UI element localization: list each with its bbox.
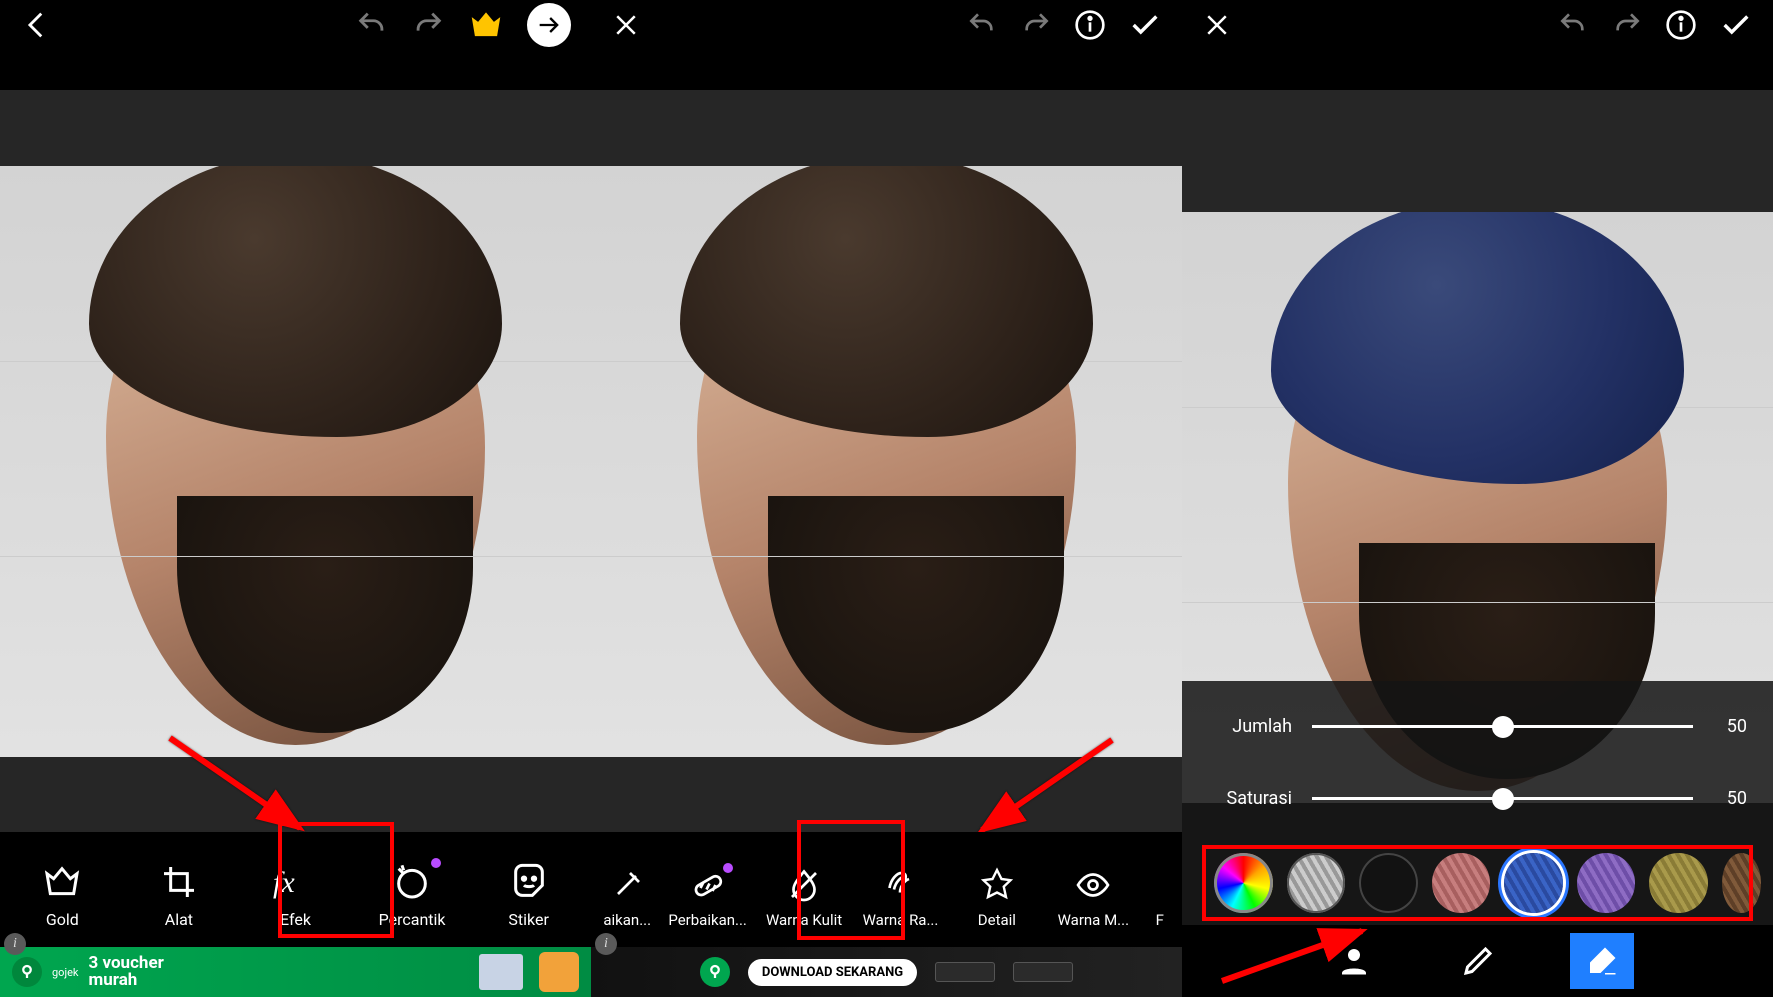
ad-text-line2: murah	[89, 972, 164, 989]
mode-eraser[interactable]	[1570, 933, 1634, 989]
gojek-logo-icon	[700, 957, 730, 987]
svg-text:fx: fx	[273, 866, 295, 899]
tool-fix-auto[interactable]: aikan...	[600, 861, 654, 935]
image-canvas[interactable]: Jumlah 50 Saturasi 50	[1182, 90, 1773, 925]
tool-sticker[interactable]: Stiker	[482, 856, 576, 935]
topbar	[0, 0, 591, 50]
ad-phone-icon	[539, 952, 579, 992]
mode-bar	[1182, 925, 1773, 997]
saturation-slider[interactable]	[1312, 797, 1693, 800]
photo	[591, 166, 1182, 757]
info-icon[interactable]	[1665, 9, 1697, 41]
close-icon[interactable]	[1202, 10, 1232, 40]
tool-eye-color[interactable]: Warna M...	[1050, 861, 1136, 935]
redo-icon[interactable]	[411, 8, 445, 42]
tool-label: Warna Kulit	[766, 911, 842, 929]
main-toolbar: Gold Alat fx Efek Percantik Stiker	[0, 832, 591, 947]
undo-icon[interactable]	[355, 8, 389, 42]
gold-crown-icon[interactable]	[467, 6, 505, 44]
topbar	[1182, 0, 1773, 50]
slider-label: Jumlah	[1208, 716, 1292, 737]
info-icon[interactable]	[1074, 9, 1106, 41]
new-badge-icon	[723, 863, 733, 873]
amount-slider[interactable]	[1312, 725, 1693, 728]
tool-label: Detail	[978, 911, 1016, 929]
slider-label: Saturasi	[1208, 788, 1292, 809]
adjustment-panel: Jumlah 50 Saturasi 50	[1182, 681, 1773, 925]
tool-detail[interactable]: Detail	[954, 861, 1040, 935]
beautify-toolbar: aikan... Perbaikan... Warna Kulit Warna …	[591, 832, 1182, 947]
slider-row-saturation: Saturasi 50	[1208, 773, 1747, 823]
tool-label: Alat	[165, 910, 193, 929]
slider-row-amount: Jumlah 50	[1208, 701, 1747, 751]
tool-hair-color[interactable]: Warna Ra...	[857, 861, 943, 935]
playstore-badge-icon[interactable]	[1013, 962, 1073, 982]
ad-brand-label: gojek	[52, 966, 79, 979]
ad-info-icon[interactable]: i	[4, 933, 26, 955]
apply-icon[interactable]	[1719, 8, 1753, 42]
screen-main-editor: Gold Alat fx Efek Percantik Stiker i goj…	[0, 0, 591, 997]
color-swatch-blue[interactable]	[1504, 853, 1563, 913]
tool-fix[interactable]: Perbaikan...	[665, 861, 751, 935]
slider-value: 50	[1713, 716, 1747, 737]
image-canvas[interactable]	[0, 90, 591, 832]
color-swatch-brown[interactable]	[1722, 853, 1761, 913]
tool-skin-color[interactable]: Warna Kulit	[761, 861, 847, 935]
color-swatch-black[interactable]	[1359, 853, 1418, 913]
photo	[0, 166, 591, 757]
new-badge-icon	[431, 858, 441, 868]
next-button[interactable]	[527, 3, 571, 47]
screen-beautify-tools: aikan... Perbaikan... Warna Kulit Warna …	[591, 0, 1182, 997]
apply-icon[interactable]	[1128, 8, 1162, 42]
redo-icon[interactable]	[1020, 9, 1052, 41]
redo-icon[interactable]	[1611, 9, 1643, 41]
tool-beautify[interactable]: Percantik	[365, 856, 459, 935]
tool-label: Warna Ra...	[863, 911, 939, 929]
close-icon[interactable]	[611, 10, 641, 40]
tool-label: Stiker	[508, 910, 548, 929]
tool-gold[interactable]: Gold	[15, 856, 109, 935]
tool-label: Warna M...	[1058, 911, 1129, 929]
screen-hair-color: Jumlah 50 Saturasi 50	[1182, 0, 1773, 997]
tool-more[interactable]: F	[1147, 905, 1173, 935]
back-icon[interactable]	[20, 8, 54, 42]
tool-label: aikan...	[603, 911, 651, 929]
tool-label: Percantik	[379, 910, 446, 929]
topbar	[591, 0, 1182, 50]
slider-value: 50	[1713, 788, 1747, 809]
image-canvas[interactable]	[591, 90, 1182, 832]
undo-icon[interactable]	[1557, 9, 1589, 41]
appstore-badge-icon[interactable]	[935, 962, 995, 982]
tool-label: Efek	[280, 910, 311, 929]
gojek-logo-icon	[12, 957, 42, 987]
color-swatches	[1208, 845, 1747, 925]
mode-auto[interactable]	[1322, 933, 1386, 989]
color-swatch-silver[interactable]	[1287, 853, 1346, 913]
color-swatch-pink[interactable]	[1432, 853, 1491, 913]
color-picker-button[interactable]	[1214, 853, 1273, 913]
ad-illustration-icon	[479, 954, 523, 990]
tool-label: Perbaikan...	[668, 911, 747, 929]
banner-ad[interactable]: DOWNLOAD SEKARANG	[591, 947, 1182, 997]
tool-label: Gold	[46, 910, 79, 929]
download-button[interactable]: DOWNLOAD SEKARANG	[748, 959, 917, 986]
tool-fx[interactable]: fx Efek	[248, 856, 342, 935]
tool-crop[interactable]: Alat	[132, 856, 226, 935]
mode-brush[interactable]	[1446, 933, 1510, 989]
tool-label: F	[1156, 911, 1164, 929]
undo-icon[interactable]	[966, 9, 998, 41]
ad-info-icon[interactable]: i	[595, 933, 617, 955]
color-swatch-purple[interactable]	[1577, 853, 1636, 913]
banner-ad[interactable]: gojek 3 voucher murah	[0, 947, 591, 997]
color-swatch-olive[interactable]	[1649, 853, 1708, 913]
